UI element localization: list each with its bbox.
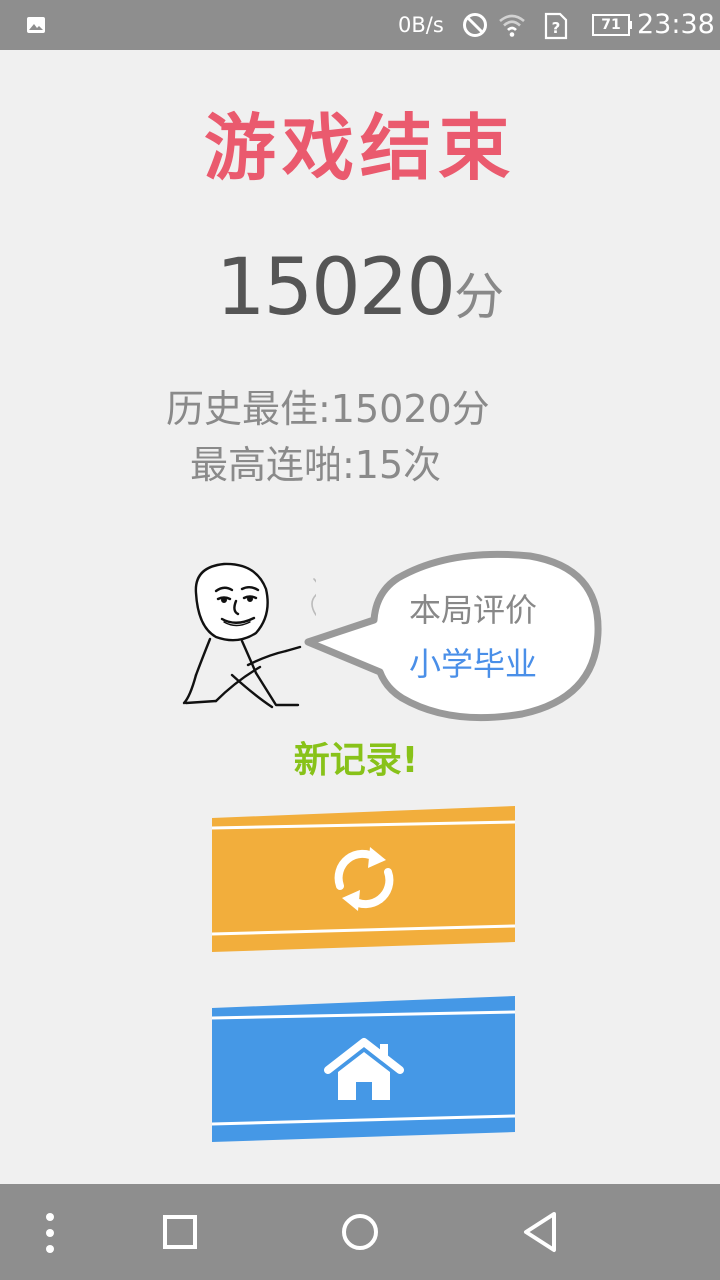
- refresh-icon: [334, 847, 393, 911]
- menu-dots-icon[interactable]: [40, 1212, 60, 1254]
- network-speed: 0B/s: [398, 13, 444, 37]
- evaluation-label: 本局评价: [408, 591, 537, 629]
- restart-button[interactable]: [212, 806, 515, 952]
- score-unit: 分: [454, 268, 505, 326]
- score-display: 15020分: [0, 238, 720, 359]
- do-not-disturb-icon: [463, 13, 487, 37]
- back-icon[interactable]: [520, 1210, 560, 1254]
- home-button[interactable]: [212, 996, 515, 1142]
- home-icon: [323, 1038, 404, 1100]
- new-record-label: 新记录!: [293, 740, 419, 781]
- score-value: 15020: [215, 243, 456, 333]
- clock: 23:38: [637, 9, 715, 40]
- no-sim-icon: ?: [544, 12, 568, 40]
- meme-character-illustration: [182, 562, 316, 709]
- evaluation-speech-bubble: [304, 550, 602, 722]
- navigation-bar: [0, 1184, 720, 1280]
- evaluation-rating: 小学毕业: [408, 645, 537, 683]
- battery-level: 71: [601, 17, 621, 33]
- home-circle-icon[interactable]: [340, 1212, 380, 1252]
- best-score: 历史最佳:15020分: [166, 387, 490, 431]
- svg-text:?: ?: [552, 19, 561, 37]
- status-bar: 0B/s ? 71 23:38: [0, 0, 720, 50]
- recents-icon[interactable]: [162, 1214, 198, 1250]
- max-combo: 最高连啪:15次: [190, 443, 442, 487]
- wifi-icon: [499, 14, 525, 37]
- image-icon: [27, 17, 45, 33]
- game-over-title: 游戏结束: [203, 106, 516, 190]
